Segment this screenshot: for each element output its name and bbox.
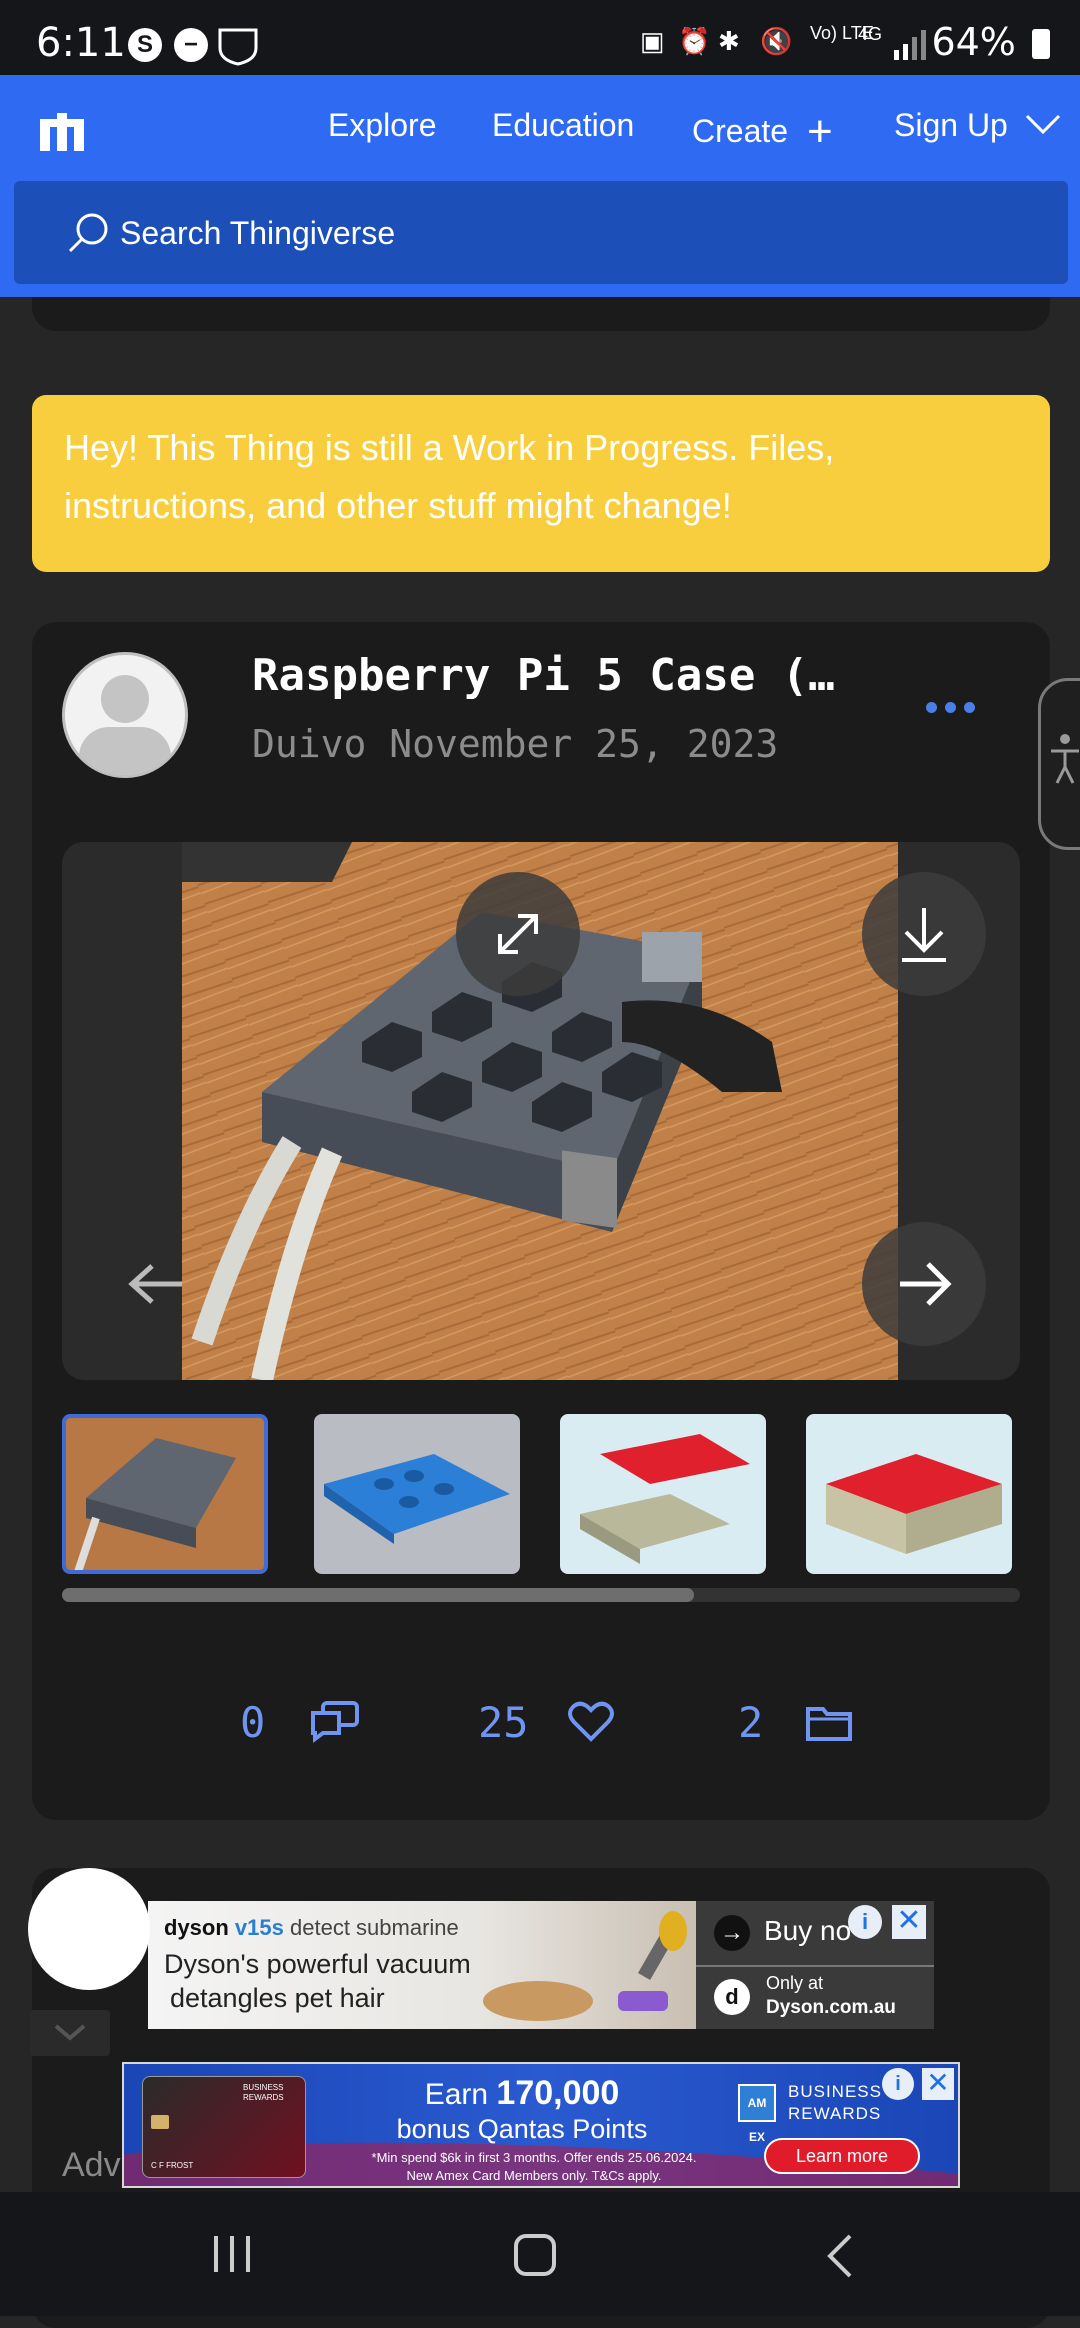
recent-apps-icon[interactable] — [210, 2232, 254, 2276]
thumbnail-scrollbar[interactable] — [62, 1588, 1020, 1602]
thumb-photo — [66, 1418, 264, 1570]
network-gen: 4G — [858, 24, 883, 44]
ad-close-icon[interactable]: ✕ — [922, 2068, 954, 2100]
dyson-ad[interactable]: dyson v15s detect submarine Dyson's powe… — [148, 1901, 934, 2029]
thumb-red-closed — [806, 1414, 1012, 1574]
back-icon[interactable] — [820, 2232, 860, 2280]
heart-icon — [567, 1701, 614, 1742]
search-placeholder: Search Thingiverse — [120, 215, 396, 251]
plus-icon: + — [806, 107, 833, 156]
thumbnail-3[interactable] — [560, 1414, 766, 1574]
librevpn-icon — [218, 28, 258, 66]
dyson-logo-icon: d — [714, 1979, 750, 2015]
nav-create[interactable]: Create + — [692, 107, 833, 157]
dyson-only-at: Only at — [766, 1973, 824, 1993]
status-time: 6:11 — [36, 20, 126, 66]
collections-count: 2 — [738, 1698, 764, 1747]
chevron-down-icon — [1025, 114, 1060, 135]
expand-icon — [498, 914, 538, 954]
amex-learn-more-button[interactable]: Learn more — [764, 2138, 920, 2174]
clipboard-icon: ▣ — [640, 26, 665, 56]
mute-icon: 🔇 — [760, 26, 793, 56]
nav-sign-up-label: Sign Up — [894, 107, 1008, 143]
thumbnail-4[interactable] — [806, 1414, 1012, 1574]
battery-icon — [1032, 29, 1050, 59]
author-link[interactable]: Duivo — [252, 722, 366, 766]
amex-subhead: bonus Qantas Points — [396, 2114, 648, 2144]
advertisement-label: Adv — [62, 2146, 121, 2184]
do-not-disturb-icon: − — [174, 28, 208, 62]
thumb-red-open — [560, 1414, 766, 1574]
collapse-toggle[interactable] — [30, 2010, 110, 2056]
amex-headline: Earn 170,000 — [424, 2074, 620, 2112]
signal-icon — [894, 30, 926, 60]
comments-icon — [310, 1701, 359, 1743]
dyson-store: Dyson.com.au — [766, 1997, 896, 2018]
amex-logo-icon: AM EX — [738, 2084, 776, 2144]
amex-fine-print-1: *Min spend $6k in first 3 months. Offer … — [371, 2150, 697, 2165]
home-icon[interactable] — [512, 2232, 560, 2280]
dyson-brand-line: dyson v15s detect submarine — [164, 1915, 459, 1940]
amex-rewards: REWARDS — [788, 2104, 882, 2123]
accessibility-icon — [1051, 734, 1079, 784]
arrow-right-icon — [900, 1262, 952, 1306]
ad-info-icon[interactable]: i — [882, 2068, 914, 2100]
search-input[interactable]: Search Thingiverse — [14, 181, 1068, 284]
thing-meta: Duivo November 25, 2023 — [252, 722, 778, 766]
bluetooth-icon: ✱ — [718, 26, 740, 56]
amex-business: BUSINESS — [788, 2082, 882, 2101]
battery-percent: 64% — [931, 20, 1050, 64]
dyson-headline-2: detangles pet hair — [170, 1983, 385, 2013]
previous-card-bottom — [32, 297, 1050, 331]
thumb-blue-lid — [314, 1414, 520, 1574]
nav-explore[interactable]: Explore — [328, 107, 437, 144]
system-navigation-bar — [0, 2192, 1080, 2316]
next-image-button[interactable] — [862, 1222, 986, 1346]
wip-banner: Hey! This Thing is still a Work in Progr… — [32, 395, 1050, 572]
folder-icon — [805, 1707, 852, 1741]
likes-stat[interactable]: 25 — [478, 1698, 614, 1747]
amex-fine-print-2: New Amex Card Members only. T&Cs apply. — [406, 2168, 662, 2183]
ad-info-icon[interactable]: i — [848, 1905, 882, 1939]
thumbnail-1[interactable] — [62, 1414, 268, 1574]
collections-stat[interactable]: 2 — [738, 1698, 853, 1747]
thingiverse-logo-icon[interactable] — [34, 105, 90, 161]
comments-count: 0 — [240, 1698, 266, 1747]
ad-close-icon[interactable]: ✕ — [892, 1905, 926, 1939]
status-bar: 6:11 S − ▣ ⏰ ✱ 🔇 Vo) LTE 4G 64% — [0, 0, 1080, 75]
thing-title[interactable]: Raspberry Pi 5 Case (… — [252, 650, 835, 701]
thumbnail-2[interactable] — [314, 1414, 520, 1574]
amex-card-name: C F FROST — [151, 2161, 194, 2170]
expand-button[interactable] — [456, 872, 580, 996]
nav-sign-up[interactable]: Sign Up — [894, 107, 1061, 144]
image-viewer[interactable] — [62, 842, 1020, 1380]
download-icon — [902, 908, 946, 962]
dyson-headline-1: Dyson's powerful vacuum — [164, 1949, 471, 1979]
nav-education[interactable]: Education — [492, 107, 634, 144]
likes-count: 25 — [478, 1698, 529, 1747]
comments-stat[interactable]: 0 — [240, 1698, 361, 1747]
more-options-icon[interactable] — [926, 700, 986, 730]
dyson-cta[interactable]: Buy no — [764, 1915, 851, 1947]
amex-ad[interactable]: BUSINESS REWARDS C F FROST Earn 170,000 … — [122, 2062, 960, 2188]
scrollbar-thumb[interactable] — [62, 1588, 695, 1602]
dyson-vacuum-image — [483, 1911, 687, 2021]
top-navigation: Explore Education Create + Sign Up Searc… — [0, 75, 1080, 297]
publish-date: November 25, 2023 — [389, 722, 779, 766]
skype-icon: S — [128, 28, 162, 62]
accessibility-tab[interactable] — [1038, 678, 1080, 850]
arrow-right-icon: → — [714, 1915, 750, 1951]
prev-image-button[interactable] — [126, 1262, 186, 1306]
nav-create-label: Create — [692, 113, 789, 149]
search-icon — [68, 213, 108, 253]
download-button[interactable] — [862, 872, 986, 996]
avatar[interactable] — [62, 652, 188, 778]
amex-card-label: BUSINESS REWARDS — [243, 2083, 284, 2102]
chevron-down-icon — [54, 2024, 86, 2041]
alarm-icon: ⏰ — [678, 26, 711, 56]
floating-circle-button[interactable] — [28, 1868, 150, 1990]
